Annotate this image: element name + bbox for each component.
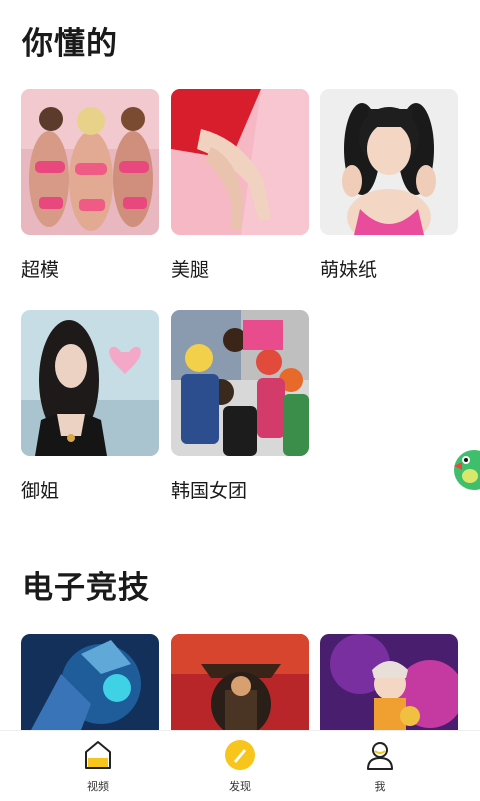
tab-label: 发现 bbox=[229, 780, 251, 793]
profile-icon bbox=[340, 739, 420, 775]
category-tile-kpop-group[interactable]: 韩国女团 bbox=[171, 310, 309, 503]
home-icon bbox=[58, 739, 138, 775]
esports-tile[interactable] bbox=[21, 634, 159, 730]
section-title-beauty: 你懂的 bbox=[22, 26, 118, 62]
category-label: 超模 bbox=[21, 259, 60, 281]
tab-video[interactable]: 视频 bbox=[58, 739, 138, 794]
category-tile-mature[interactable]: 御姐 bbox=[21, 310, 159, 503]
tab-label: 我 bbox=[374, 780, 386, 793]
esports-tile[interactable] bbox=[320, 634, 458, 730]
category-thumbnail bbox=[171, 310, 309, 456]
discover-icon bbox=[200, 739, 280, 775]
category-tile-legs[interactable]: 美腿 bbox=[171, 89, 309, 282]
category-label: 御姐 bbox=[21, 480, 60, 502]
tab-discover[interactable]: 发现 bbox=[200, 739, 280, 794]
category-thumbnail bbox=[320, 89, 458, 235]
esports-tile[interactable] bbox=[171, 634, 309, 730]
category-tile-cute-girls[interactable]: 萌妹纸 bbox=[320, 89, 458, 282]
category-thumbnail bbox=[21, 89, 159, 235]
tab-me[interactable]: 我 bbox=[340, 739, 420, 794]
floating-bird-icon[interactable] bbox=[452, 446, 480, 492]
category-label: 美腿 bbox=[171, 259, 210, 281]
category-thumbnail bbox=[171, 89, 309, 235]
category-label: 萌妹纸 bbox=[320, 259, 378, 281]
category-thumbnail bbox=[21, 310, 159, 456]
tab-label: 视频 bbox=[87, 780, 109, 793]
section-title-esports: 电子竞技 bbox=[22, 570, 150, 606]
category-label: 韩国女团 bbox=[171, 480, 248, 502]
bottom-tab-bar: 视频 发现 我 bbox=[0, 730, 480, 801]
category-tile-supermodel[interactable]: 超模 bbox=[21, 89, 159, 282]
